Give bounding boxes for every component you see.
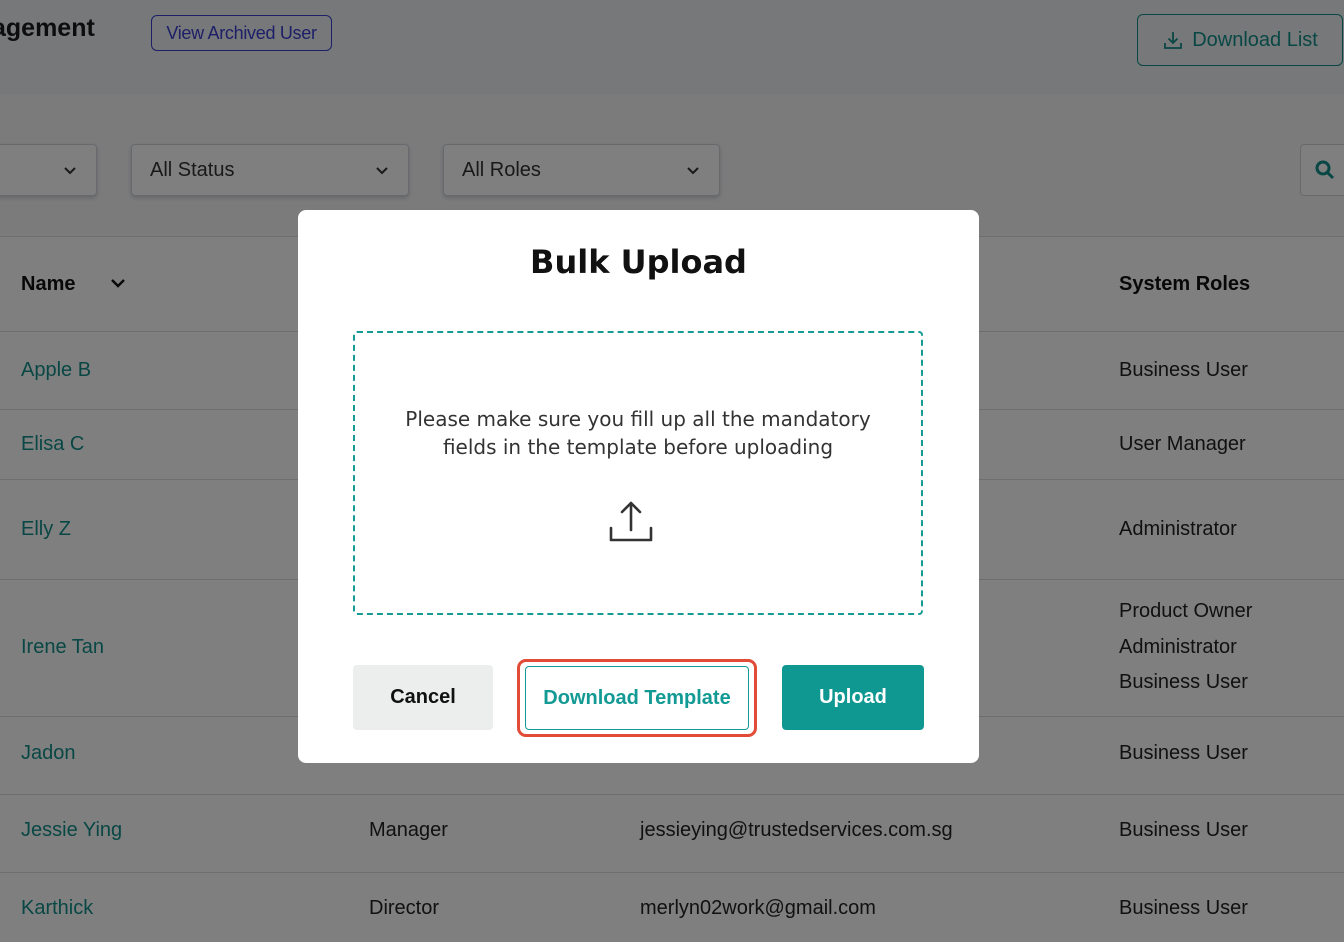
upload-button[interactable]: Upload — [782, 665, 924, 730]
modal-title: Bulk Upload — [530, 243, 747, 281]
bulk-upload-modal: Bulk Upload Please make sure you fill up… — [298, 210, 979, 763]
dropzone-instructions: Please make sure you fill up all the man… — [355, 405, 921, 461]
file-dropzone[interactable]: Please make sure you fill up all the man… — [353, 331, 923, 615]
dropzone-text-line2: fields in the template before uploading — [442, 435, 834, 459]
upload-icon — [609, 501, 653, 542]
download-template-button[interactable]: Download Template — [525, 666, 749, 730]
cancel-button[interactable]: Cancel — [353, 665, 493, 730]
dropzone-text-line1: Please make sure you fill up all the man… — [405, 407, 871, 431]
